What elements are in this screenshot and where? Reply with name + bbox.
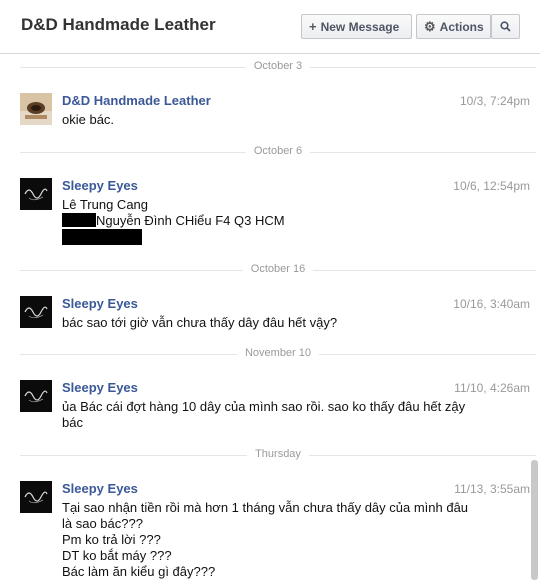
user-avatar[interactable] xyxy=(20,178,52,210)
message-line: Nguyễn Đình CHiểu F4 Q3 HCM xyxy=(96,213,285,228)
date-divider-label: October 6 xyxy=(245,145,311,157)
actions-label: Actions xyxy=(439,19,484,34)
message-line: ủa Bác cái đợt hàng 10 dây của mình sao … xyxy=(62,399,466,414)
date-divider-label: October 3 xyxy=(245,60,311,72)
message-body: ủa Bác cái đợt hàng 10 dây của mình sao … xyxy=(62,399,482,431)
message-line: là sao bác??? xyxy=(62,516,143,531)
message-item: Sleepy Eyes 10/16, 3:40am bác sao tới gi… xyxy=(20,296,530,336)
date-divider: October 3 xyxy=(20,60,536,72)
new-message-label: New Message xyxy=(320,19,400,34)
message-line-row xyxy=(62,229,482,247)
actions-button[interactable]: ⚙ Actions xyxy=(416,14,491,39)
message-body: bác sao tới giờ vẫn chưa thấy dây đâu hế… xyxy=(62,315,482,331)
new-message-button[interactable]: + New Message xyxy=(301,14,412,39)
user-avatar[interactable] xyxy=(20,296,52,328)
user-avatar[interactable] xyxy=(20,380,52,412)
message-timestamp: 10/6, 12:54pm xyxy=(453,179,530,193)
message-line: bác sao tới giờ vẫn chưa thấy dây đâu hế… xyxy=(62,315,338,330)
message-timestamp: 11/13, 3:55am xyxy=(454,482,530,496)
message-body: Lê Trung Cang Nguyễn Đình CHiểu F4 Q3 HC… xyxy=(62,197,482,247)
page-avatar[interactable] xyxy=(20,93,52,125)
message-line: okie bác. xyxy=(62,112,115,127)
message-item: Sleepy Eyes 11/13, 3:55am Tại sao nhận t… xyxy=(20,481,530,585)
date-divider: October 6 xyxy=(20,145,536,157)
date-divider: October 16 xyxy=(20,263,536,275)
message-timestamp: 10/3, 7:24pm xyxy=(459,94,530,108)
message-thread[interactable]: October 3 D&D Handmade Leather 10/3, 7:2… xyxy=(0,55,540,587)
redaction-block xyxy=(62,213,96,227)
user-avatar[interactable] xyxy=(20,481,52,513)
message-line: Lê Trung Cang xyxy=(62,197,149,212)
sender-name[interactable]: Sleepy Eyes xyxy=(62,296,138,311)
message-line: Tại sao nhận tiền rồi mà hơn 1 tháng vẫn… xyxy=(62,500,469,515)
search-button[interactable] xyxy=(491,14,520,39)
header: D&D Handmade Leather + New Message ⚙ Act… xyxy=(0,0,540,54)
gear-icon: ⚙ xyxy=(424,18,436,34)
date-divider: November 10 xyxy=(20,347,536,359)
message-timestamp: 11/10, 4:26am xyxy=(454,381,530,395)
message-item: Sleepy Eyes 10/6, 12:54pm Lê Trung Cang … xyxy=(20,178,530,250)
sender-name[interactable]: D&D Handmade Leather xyxy=(62,93,211,108)
date-divider-label: Thursday xyxy=(247,448,309,460)
sender-name[interactable]: Sleepy Eyes xyxy=(62,380,138,395)
redaction-block xyxy=(62,229,142,245)
message-item: D&D Handmade Leather 10/3, 7:24pm okie b… xyxy=(20,93,530,133)
sender-name[interactable]: Sleepy Eyes xyxy=(62,178,138,193)
message-line: bác xyxy=(62,415,83,430)
message-line-row: Nguyễn Đình CHiểu F4 Q3 HCM xyxy=(62,213,482,229)
page-title: D&D Handmade Leather xyxy=(21,15,216,34)
message-line: DT ko bắt máy ??? xyxy=(62,548,172,563)
message-body: Tại sao nhận tiền rồi mà hơn 1 tháng vẫn… xyxy=(62,500,482,580)
message-body: okie bác. xyxy=(62,112,482,128)
date-divider-label: October 16 xyxy=(242,263,314,275)
scrollbar-thumb[interactable] xyxy=(531,460,538,580)
message-item: Sleepy Eyes 11/10, 4:26am ủa Bác cái đợt… xyxy=(20,380,530,436)
date-divider: Thursday xyxy=(20,448,536,460)
search-icon xyxy=(500,21,511,32)
message-line: Pm ko trả lời ??? xyxy=(62,532,161,547)
message-line: Bác làm ăn kiểu gì đây??? xyxy=(62,564,216,579)
sender-name[interactable]: Sleepy Eyes xyxy=(62,481,138,496)
plus-icon: + xyxy=(309,19,317,34)
date-divider-label: November 10 xyxy=(236,347,320,359)
message-timestamp: 10/16, 3:40am xyxy=(453,297,530,311)
